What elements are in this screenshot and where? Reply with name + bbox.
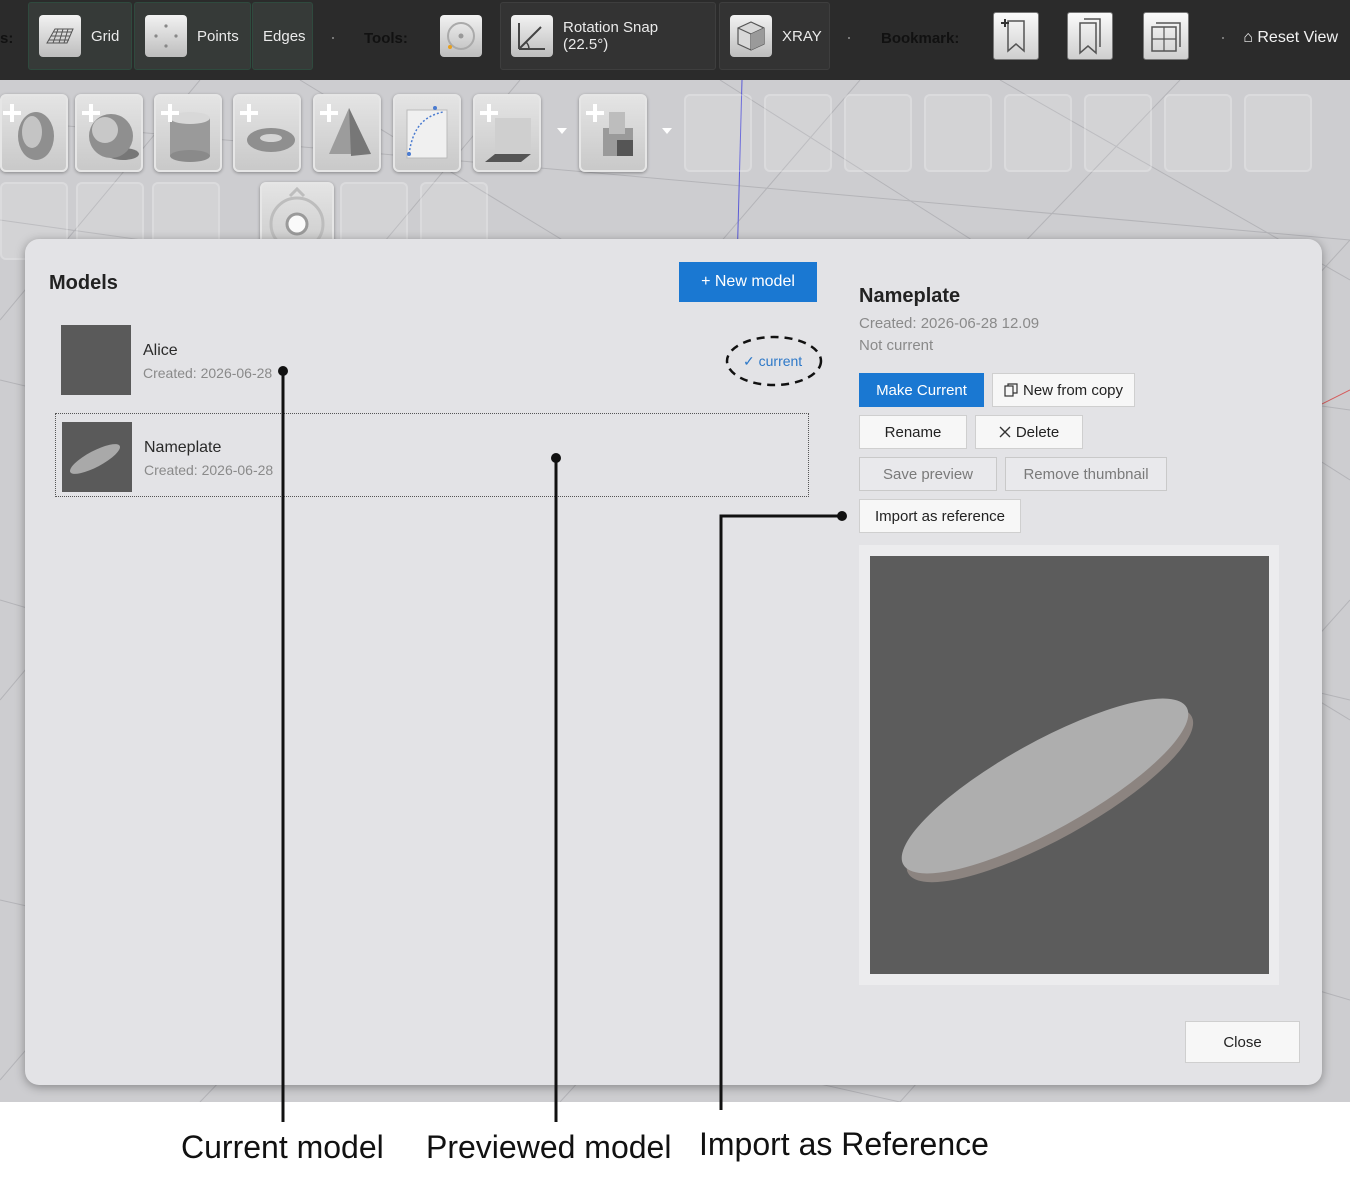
model-thumbnail — [61, 325, 131, 395]
top-toolbar: s: Grid Points Edges Tools: Rotation Sna… — [0, 0, 1350, 80]
separator-dot — [1222, 37, 1224, 39]
snap-target-button[interactable] — [430, 2, 494, 70]
faded-tool-button — [1004, 94, 1072, 172]
bookmarks-list-button[interactable] — [1067, 12, 1113, 60]
model-list-item[interactable]: Nameplate Created: 2026-06-28 — [55, 413, 809, 497]
add-sphere-icon — [82, 104, 139, 160]
model-created-date: Created: 2026-06-28 — [143, 365, 273, 381]
faded-tool-button — [924, 94, 992, 172]
annotation-previewed-model: Previewed model — [426, 1129, 672, 1165]
tools-label: Tools: — [364, 30, 408, 47]
chevron-down-icon[interactable] — [662, 128, 672, 134]
model-thumbnail — [62, 422, 132, 492]
bookmarks-stack-icon — [1079, 18, 1101, 55]
faded-tool-button — [844, 94, 912, 172]
copy-icon — [1004, 383, 1018, 397]
rotation-snap-button[interactable]: Rotation Snap (22.5°) — [500, 2, 716, 70]
make-current-label: Make Current — [876, 381, 967, 399]
points-icon — [145, 15, 187, 57]
add-cylinder-icon — [161, 104, 210, 162]
bookmark-label: Bookmark: — [881, 30, 960, 47]
separator-dot — [332, 37, 334, 39]
model-name: Nameplate — [144, 439, 222, 456]
model-preview-frame — [859, 545, 1279, 985]
add-torus-icon — [240, 104, 295, 152]
grid-icon — [39, 15, 81, 57]
truncated-section-label: s: — [0, 30, 14, 47]
delete-button[interactable]: Delete — [975, 415, 1083, 449]
reset-view-button[interactable]: ⌂ Reset View — [1243, 29, 1338, 47]
new-from-copy-label: New from copy — [1022, 381, 1124, 399]
curve-icon — [406, 106, 448, 159]
add-sphere-button[interactable] — [75, 94, 143, 172]
points-label: Points — [197, 27, 239, 45]
edges-toggle-button[interactable]: Edges — [252, 2, 313, 70]
faded-tool-button — [1084, 94, 1152, 172]
save-preview-label: Save preview — [882, 465, 974, 483]
rename-label: Rename — [884, 423, 942, 441]
new-from-copy-button[interactable]: New from copy — [992, 373, 1135, 407]
add-cone-button[interactable] — [313, 94, 381, 172]
current-badge: ✓ current — [743, 353, 803, 369]
add-egg-button[interactable] — [0, 94, 68, 172]
add-bookmark-icon — [1001, 19, 1025, 53]
faded-tool-button — [684, 94, 752, 172]
new-model-button[interactable]: + New model — [679, 262, 817, 302]
add-box-button[interactable] — [473, 94, 541, 172]
make-current-button[interactable]: Make Current — [859, 373, 984, 407]
import-as-reference-label: Import as reference — [874, 507, 1006, 525]
remove-thumbnail-button[interactable]: Remove thumbnail — [1005, 457, 1167, 491]
add-composite-button[interactable] — [579, 94, 647, 172]
add-torus-button[interactable] — [233, 94, 301, 172]
close-icon — [999, 426, 1011, 438]
dialog-title: Models — [49, 272, 118, 294]
model-list-item[interactable]: Alice Created: 2026-06-28 — [55, 317, 809, 401]
faded-tool-button — [1244, 94, 1312, 172]
close-button[interactable]: Close — [1185, 1021, 1300, 1063]
models-dialog: Models + New model Alice Created: 2026-0… — [25, 239, 1322, 1085]
xray-cube-icon — [730, 15, 772, 57]
xray-toggle-button[interactable]: XRAY — [719, 2, 830, 70]
model-name: Alice — [143, 342, 178, 359]
faded-tool-button — [764, 94, 832, 172]
import-as-reference-button[interactable]: Import as reference — [859, 499, 1021, 533]
add-composite-icon — [586, 104, 633, 156]
model-preview-image — [870, 556, 1269, 974]
nameplate-thumbnail-image — [69, 444, 121, 474]
add-egg-icon — [3, 104, 54, 160]
rename-button[interactable]: Rename — [859, 415, 967, 449]
rotation-snap-label: Rotation Snap (22.5°) — [563, 19, 659, 53]
detail-model-name: Nameplate — [859, 285, 961, 307]
bookmark-views-icon — [1151, 22, 1181, 52]
rotation-snap-icon — [511, 15, 553, 57]
save-preview-button[interactable]: Save preview — [859, 457, 997, 491]
add-cone-icon — [320, 104, 371, 156]
add-cylinder-button[interactable] — [154, 94, 222, 172]
add-box-icon — [480, 104, 531, 162]
edges-label: Edges — [263, 27, 306, 45]
snap-target-icon — [440, 15, 482, 57]
curve-button[interactable] — [393, 94, 461, 172]
separator-dot — [848, 37, 850, 39]
close-label: Close — [1223, 1033, 1262, 1051]
xray-label: XRAY — [782, 27, 822, 45]
faded-tool-button — [1164, 94, 1232, 172]
points-toggle-button[interactable]: Points — [134, 2, 251, 70]
grid-toggle-button[interactable]: Grid — [28, 2, 132, 70]
detail-created-date: Created: 2026-06-28 12.09 — [859, 315, 1040, 332]
annotation-import-reference: Import as Reference — [699, 1126, 989, 1162]
3d-viewport[interactable]: Models + New model Alice Created: 2026-0… — [0, 80, 1350, 1102]
delete-label: Delete — [1015, 423, 1060, 441]
detail-status: Not current — [859, 337, 934, 354]
nameplate-preview-render — [901, 698, 1194, 883]
chevron-down-icon[interactable] — [557, 128, 567, 134]
bookmark-views-button[interactable] — [1143, 12, 1189, 60]
add-bookmark-button[interactable] — [993, 12, 1039, 60]
annotation-current-model: Current model — [181, 1129, 384, 1165]
remove-thumbnail-label: Remove thumbnail — [1023, 465, 1149, 483]
model-created-date: Created: 2026-06-28 — [144, 462, 274, 478]
grid-label: Grid — [91, 27, 120, 45]
